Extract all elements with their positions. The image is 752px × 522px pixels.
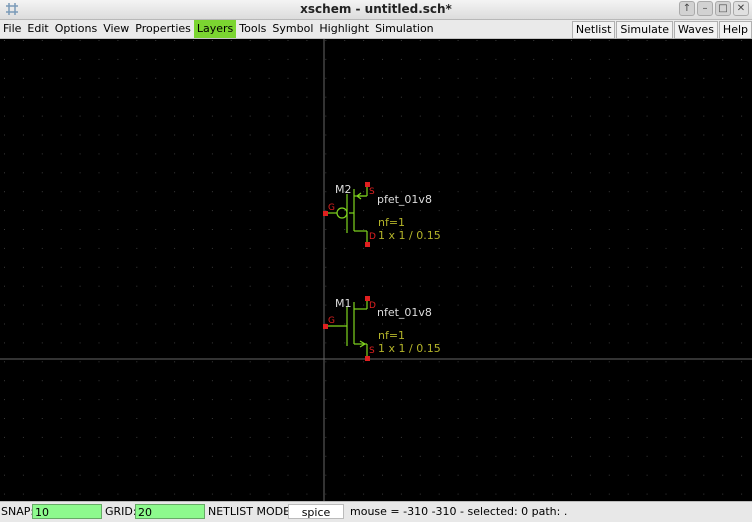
pin-label-drain: D <box>369 232 376 242</box>
pin-label-drain: D <box>369 301 376 311</box>
window-controls: ↑ – □ ✕ <box>677 1 749 16</box>
status-bar: SNAP: 10 GRID: 20 NETLIST MODE: spice mo… <box>0 501 752 522</box>
size-param: 1 x 1 / 0.15 <box>378 229 441 242</box>
pin-label-source: S <box>369 187 375 197</box>
grid-field[interactable]: 20 <box>135 504 205 519</box>
mouse-info: mouse = -310 -310 - selected: 0 path: . <box>350 505 568 518</box>
waves-button[interactable]: Waves <box>674 21 718 39</box>
instance-name: M1 <box>335 297 352 310</box>
grid-dots <box>4 40 743 495</box>
menu-file[interactable]: File <box>0 20 24 38</box>
menu-layers[interactable]: Layers <box>193 20 237 38</box>
minimize-icon[interactable]: – <box>697 1 713 16</box>
help-button[interactable]: Help <box>718 21 752 39</box>
instance-name: M2 <box>335 183 352 196</box>
netlist-mode-label: NETLIST MODE: <box>208 505 294 518</box>
maximize-icon[interactable]: □ <box>715 1 731 16</box>
up-arrow-icon[interactable]: ↑ <box>679 1 695 16</box>
pin-label-gate: G <box>328 316 335 326</box>
simulate-button[interactable]: Simulate <box>616 21 673 39</box>
symbol-name: nfet_01v8 <box>377 306 432 319</box>
netlist-mode-select[interactable]: spice <box>288 504 344 519</box>
pin-source[interactable] <box>365 356 370 361</box>
pin-label-gate: G <box>328 203 335 213</box>
netlist-button[interactable]: Netlist <box>571 21 616 39</box>
nf-param: nf=1 <box>378 329 405 342</box>
title-bar[interactable]: xschem - untitled.sch* ↑ – □ ✕ <box>0 0 752 20</box>
menu-options[interactable]: Options <box>52 20 100 38</box>
menu-view[interactable]: View <box>100 20 132 38</box>
menu-bar: File Edit Options View Properties Layers… <box>0 20 752 39</box>
pin-drain[interactable] <box>365 242 370 247</box>
size-param: 1 x 1 / 0.15 <box>378 342 441 355</box>
menu-edit[interactable]: Edit <box>24 20 51 38</box>
snap-label: SNAP: <box>1 505 35 518</box>
symbol-name: pfet_01v8 <box>377 193 432 206</box>
menu-tools[interactable]: Tools <box>236 20 269 38</box>
nfet-instance-m1[interactable]: M1 D G S nfet_01v8 nf=1 1 x 1 / 0.15 <box>323 296 441 361</box>
pin-label-source: S <box>369 346 375 356</box>
menu-simulation[interactable]: Simulation <box>372 20 437 38</box>
nf-param: nf=1 <box>378 216 405 229</box>
snap-field[interactable]: 10 <box>32 504 102 519</box>
pfet-instance-m2[interactable]: M2 S G D pfet_01v8 nf=1 1 x 1 / 0.15 <box>323 182 441 247</box>
window-title: xschem - untitled.sch* <box>300 2 452 16</box>
schematic-canvas[interactable]: M2 S G D pfet_01v8 nf=1 1 x 1 / 0.15 M1 … <box>0 39 752 501</box>
menu-properties[interactable]: Properties <box>132 20 194 38</box>
close-icon[interactable]: ✕ <box>733 1 749 16</box>
menu-highlight[interactable]: Highlight <box>316 20 372 38</box>
grid-label: GRID: <box>105 505 137 518</box>
menu-symbol[interactable]: Symbol <box>269 20 316 38</box>
